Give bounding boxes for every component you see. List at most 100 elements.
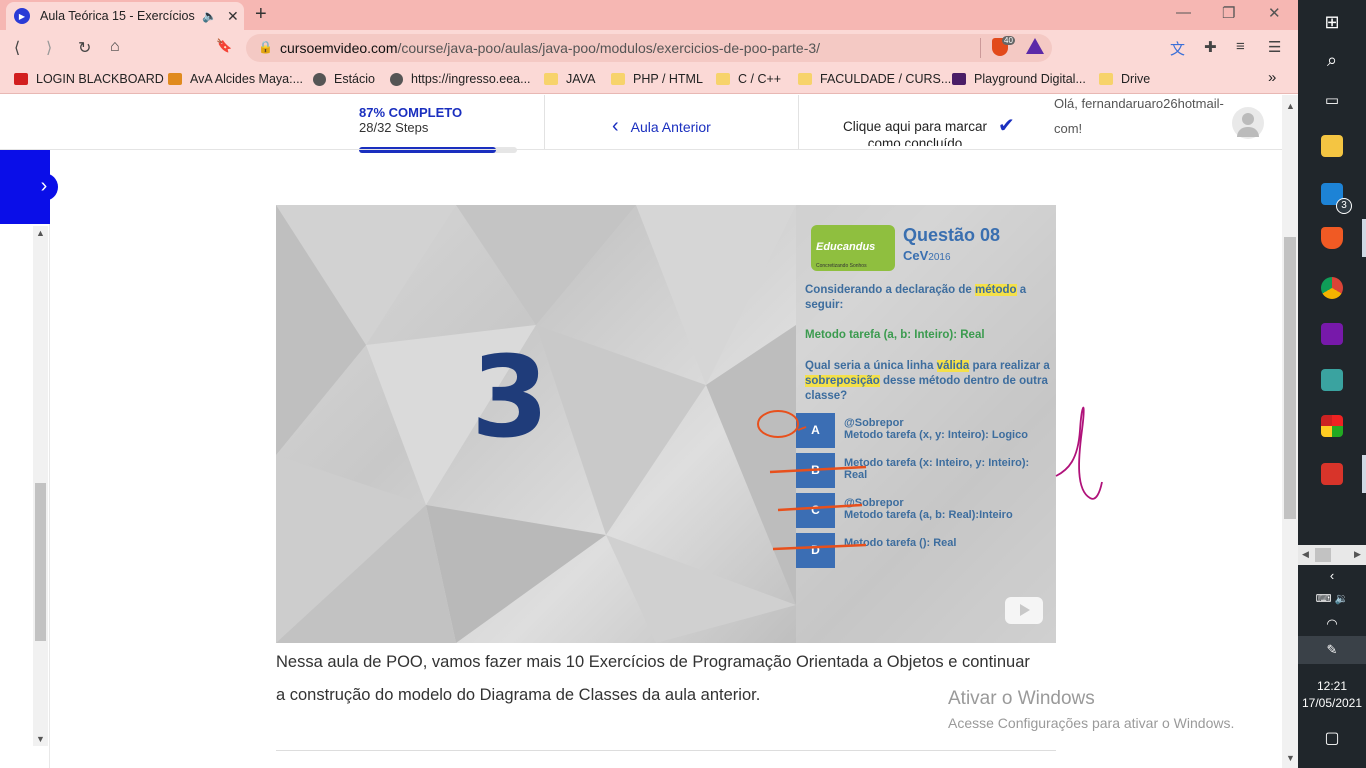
scroll-down-icon[interactable]: ▼ [36, 734, 45, 744]
scrollbar-thumb[interactable] [35, 483, 46, 641]
url-text[interactable]: cursoemvideo.com/course/java-poo/aulas/j… [280, 40, 820, 56]
highlight: sobreposição [805, 375, 880, 387]
brave-button[interactable] [1298, 216, 1366, 260]
lesson-number: 3 [471, 333, 549, 463]
forward-button[interactable]: ⟩ [46, 38, 52, 58]
system-clock[interactable]: 12:21 17/05/2021 [1298, 678, 1366, 712]
url-path: /course/java-poo/aulas/java-poo/modulos/… [397, 40, 821, 56]
minimize-button[interactable]: — [1176, 4, 1191, 21]
playlist-icon[interactable]: ≡ [1236, 38, 1245, 55]
bookmark-playground[interactable]: Playground Digital... [952, 72, 1086, 86]
scroll-right-icon[interactable]: ▶ [1354, 549, 1361, 560]
url-host: cursoemvideo.com [280, 40, 398, 56]
back-button[interactable]: ⟨ [14, 38, 20, 58]
browser-tab[interactable]: ▶ Aula Teórica 15 - Exercícios de 🔈 ✕ [6, 2, 244, 30]
menu-icon[interactable]: ☰ [1268, 38, 1281, 56]
file-explorer-button[interactable] [1298, 124, 1366, 168]
bookmark-label: https://ingresso.eea... [411, 72, 531, 86]
bookmark-folder-c[interactable]: C / C++ [716, 72, 781, 86]
mail-badge: 3 [1336, 198, 1352, 214]
search-button[interactable]: ⌕ [1298, 38, 1366, 82]
bookmarks-bar: LOGIN BLACKBOARD AvA Alcides Maya:... Es… [0, 66, 1298, 94]
new-tab-button[interactable]: + [255, 3, 267, 26]
scroll-down-icon[interactable]: ▼ [1286, 753, 1295, 763]
wifi-icon[interactable]: ◠ [1298, 616, 1366, 632]
highlight: método [975, 284, 1017, 296]
option-d-box: D [796, 533, 835, 568]
show-hidden-icons-button[interactable]: ‹ [1298, 568, 1366, 583]
bookmark-folder-drive[interactable]: Drive [1099, 72, 1150, 86]
bookmark-login-blackboard[interactable]: LOGIN BLACKBOARD [14, 72, 164, 86]
scrollbar-thumb[interactable] [1284, 237, 1296, 519]
pen-workspace-icon[interactable]: ✎ [1298, 636, 1366, 664]
horizontal-scrollbar[interactable]: ◀ ▶ [1298, 545, 1366, 565]
bookmark-estacio[interactable]: Estácio [313, 72, 375, 86]
progress-steps: 28/32 Steps [359, 120, 429, 135]
close-window-button[interactable]: ✕ [1268, 4, 1281, 22]
onenote-button[interactable] [1298, 312, 1366, 356]
app-cube-icon [1321, 369, 1343, 391]
folder-icon [544, 73, 558, 85]
previous-lesson-link[interactable]: ‹ Aula Anterior [612, 115, 711, 138]
user-greeting: Olá, fernandaruaro26hotmail-com! [1054, 96, 1224, 136]
folder-icon [798, 73, 812, 85]
scroll-up-icon[interactable]: ▲ [36, 228, 45, 238]
reload-button[interactable]: ↻ [78, 38, 91, 58]
sidebar-toggle[interactable]: › [0, 150, 58, 224]
onenote-icon [1321, 323, 1343, 345]
address-bar[interactable]: 🔒 cursoemvideo.com/course/java-poo/aulas… [246, 34, 1052, 62]
question-intro: Considerando a declaração de método a se… [805, 283, 1050, 313]
page-scrollbar[interactable]: ▲ ▼ [1282, 95, 1298, 768]
bookmark-folder-java[interactable]: JAVA [544, 72, 595, 86]
video-player[interactable]: 3 Educandus Concretizando Sonhos Questão… [276, 205, 1056, 643]
question-body: Qual seria a única linha válida para rea… [805, 359, 1050, 404]
task-view-button[interactable]: ▭ [1298, 78, 1366, 122]
notification-icon[interactable]: ▢ [1298, 728, 1366, 748]
youtube-play-icon[interactable] [1005, 597, 1043, 624]
progress-bar-fill [359, 147, 497, 153]
browser-toolbar: ⟨ ⟩ ↻ ⌂ 🔖 🔒 cursoemvideo.com/course/java… [0, 30, 1298, 66]
scroll-up-icon[interactable]: ▲ [1286, 101, 1295, 111]
search-icon: ⌕ [1326, 49, 1338, 70]
ava-icon [168, 73, 182, 85]
restore-button[interactable]: ❐ [1222, 4, 1235, 22]
scrollbar-thumb[interactable] [1315, 548, 1331, 562]
windows-taskbar: ⊞ ⌕ ▭ 3 ‹ ⌨ 🔉 ◠ ✎ 12:21 17/05/2021 ▢ [1298, 0, 1366, 768]
clock-date: 17/05/2021 [1301, 696, 1363, 710]
speaker-icon[interactable]: 🔈 [202, 9, 217, 23]
active-app-indicator [1362, 455, 1366, 493]
bookmark-ava-alcides[interactable]: AvA Alcides Maya:... [168, 72, 303, 86]
app-grid-button[interactable] [1298, 404, 1366, 448]
shield-count-badge: 40 [1002, 36, 1015, 45]
translate-icon[interactable]: 文 [1170, 38, 1185, 59]
bookmark-label: FACULDADE / CURS... [820, 72, 952, 86]
bookmark-ingresso[interactable]: https://ingresso.eea... [390, 72, 531, 86]
check-icon[interactable]: ✔ [998, 113, 1015, 138]
bookmark-label: Playground Digital... [974, 72, 1086, 86]
chevron-right-icon[interactable]: › [30, 173, 58, 201]
mail-button[interactable]: 3 [1298, 172, 1366, 216]
option-b-text: Metodo tarefa (x: Inteiro, y: Inteiro): … [844, 457, 1030, 481]
lock-icon[interactable]: 🔒 [258, 40, 273, 54]
extensions-icon[interactable]: ✚ [1204, 38, 1217, 56]
brave-rewards-icon[interactable] [1026, 38, 1044, 54]
avatar[interactable] [1232, 107, 1264, 139]
mark-complete-button[interactable]: Clique aqui para marcar como concluído [840, 118, 990, 146]
progress-bar [359, 147, 517, 153]
home-button[interactable]: ⌂ [110, 38, 120, 56]
close-tab-icon[interactable]: ✕ [227, 8, 239, 25]
bookmark-folder-php[interactable]: PHP / HTML [611, 72, 703, 86]
chrome-button[interactable] [1298, 266, 1366, 310]
bookmark-folder-faculdade[interactable]: FACULDADE / CURS... [798, 72, 951, 86]
folder-icon [1099, 73, 1113, 85]
bookmark-icon[interactable]: 🔖 [216, 38, 232, 54]
app-red-button[interactable] [1298, 452, 1366, 496]
app-cube-button[interactable] [1298, 358, 1366, 402]
tray-network-volume[interactable]: ⌨ 🔉 [1298, 592, 1366, 605]
more-bookmarks-button[interactable]: » [1268, 69, 1276, 86]
activation-watermark-title: Ativar o Windows [948, 688, 1095, 709]
header-divider [544, 95, 545, 150]
app-red-icon [1321, 463, 1343, 485]
scroll-left-icon[interactable]: ◀ [1302, 549, 1309, 560]
sidebar-scrollbar[interactable]: ▲ ▼ [33, 226, 48, 746]
